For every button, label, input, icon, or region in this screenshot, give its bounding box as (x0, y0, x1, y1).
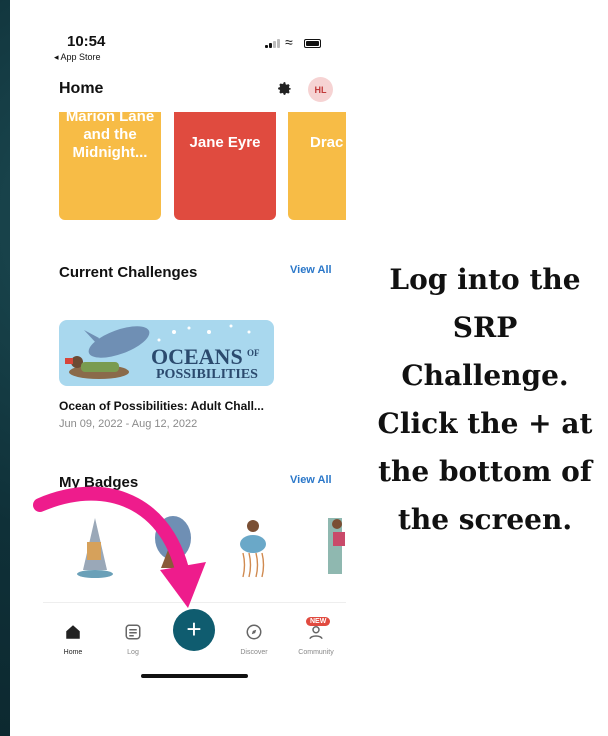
tab-home-label: Home (63, 649, 83, 656)
instruction-line: Click the + at (377, 407, 593, 440)
instruction-line: the bottom of (378, 455, 592, 488)
book-title: Jane Eyre (189, 134, 261, 151)
tab-community[interactable]: Community (291, 623, 341, 656)
signal-icon (265, 39, 280, 48)
book-title: Drac (310, 134, 344, 151)
book-carousel: Marion Lane and the Midnight... Jane Eyr… (43, 112, 346, 220)
phone-screenshot: 10:54 ◂ App Store ≈ Home HL Marion Lane … (43, 22, 346, 690)
book-card[interactable]: Marion Lane and the Midnight... (59, 112, 161, 220)
status-bar: 10:54 ◂ App Store ≈ (43, 22, 346, 66)
add-log-button[interactable]: + (173, 609, 215, 651)
avatar[interactable]: HL (308, 77, 333, 102)
log-icon (125, 624, 141, 640)
compass-icon (246, 624, 262, 640)
tab-log-label: Log (127, 649, 139, 656)
challenge-dates: Jun 09, 2022 - Aug 12, 2022 (59, 418, 198, 430)
instruction-line: Challenge. (401, 359, 569, 392)
my-badges-heading: My Badges (59, 474, 139, 491)
challenge-banner-art: OCEANS OF POSSIBILITIES (65, 324, 260, 382)
book-card[interactable]: Jane Eyre (174, 112, 276, 220)
badges-view-all-link[interactable]: View All (290, 474, 332, 486)
current-challenges-heading: Current Challenges (59, 264, 198, 281)
challenges-view-all-link[interactable]: View All (290, 264, 332, 276)
instruction-line: SRP (452, 311, 518, 344)
tab-log[interactable]: Log (108, 623, 158, 656)
challenge-name[interactable]: Ocean of Possibilities: Adult Chall... (59, 399, 264, 413)
challenge-banner[interactable]: OCEANS OF POSSIBILITIES (59, 320, 274, 386)
tab-home[interactable]: Home (48, 623, 98, 656)
status-time: 10:54 (67, 33, 106, 50)
instruction-text: Log into the SRP Challenge. Click the + … (362, 256, 608, 544)
instruction-line: Log into the (389, 263, 581, 296)
badge-swimmer[interactable] (328, 518, 345, 574)
badge-shark[interactable] (77, 518, 113, 578)
home-icon (66, 625, 80, 639)
banner-subtitle: POSSIBILITIES (156, 367, 258, 382)
tab-community-label: Community (298, 649, 334, 656)
battery-icon (304, 39, 321, 48)
tab-discover-label: Discover (240, 649, 268, 656)
badge-row-art (77, 516, 345, 578)
new-badge: NEW (306, 617, 331, 626)
badge-jellyfish[interactable] (240, 520, 266, 578)
home-indicator (141, 674, 248, 678)
back-to-app-store-link[interactable]: ◂ App Store (54, 52, 101, 63)
page-title: Home (59, 80, 104, 97)
wifi-icon: ≈ (285, 34, 293, 50)
gear-icon[interactable] (276, 80, 293, 97)
book-title: Marion Lane and the Midnight... (65, 112, 155, 161)
badge-row (43, 498, 346, 584)
instruction-line: the screen. (397, 503, 573, 536)
banner-of: OF (247, 348, 260, 358)
tab-discover[interactable]: Discover (229, 623, 279, 656)
book-card[interactable]: Drac (288, 112, 346, 220)
badge-manta[interactable] (155, 516, 191, 568)
banner-title: OCEANS (151, 344, 243, 369)
